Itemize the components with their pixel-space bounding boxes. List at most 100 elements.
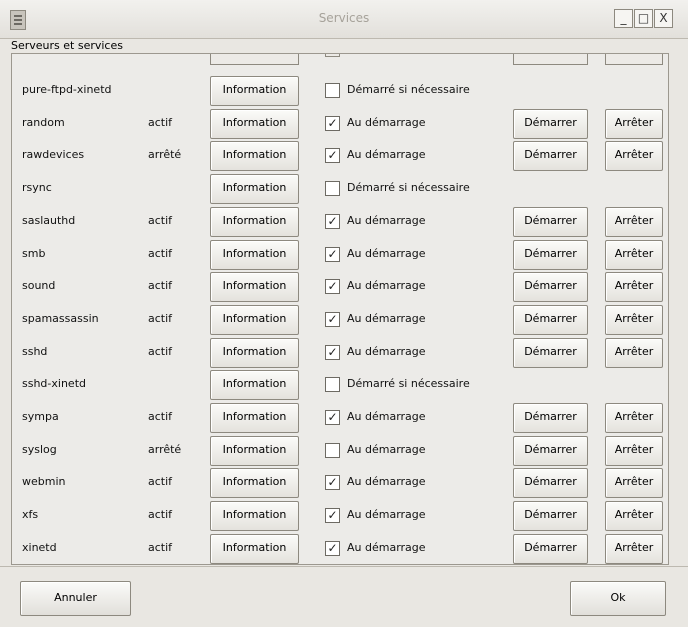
service-name: random xyxy=(22,115,65,129)
service-name: pure-ftpd-xinetd xyxy=(22,83,112,96)
service-row: saslauthd actif Information ✓ Au démarrage Dé… xyxy=(12,205,668,237)
start-button[interactable]: Démarrer xyxy=(513,304,588,335)
close-button[interactable]: X xyxy=(654,9,673,28)
boot-checkbox[interactable]: ✓ xyxy=(325,213,340,229)
check-icon: ✓ xyxy=(327,508,338,523)
information-button[interactable]: Information xyxy=(210,206,299,237)
boot-checkbox[interactable]: ✓ xyxy=(325,410,340,425)
service-row: sympa actif Information ✓ Au démarrage Démarr… xyxy=(12,401,668,433)
check-icon: ✓ xyxy=(327,311,338,326)
service-row: sshd actif Information ✓ Au démarrage Démarre… xyxy=(12,336,668,368)
service-name: syslog xyxy=(22,442,57,456)
boot-checkbox[interactable]: ✓ xyxy=(325,475,340,491)
boot-label: Au démarrage xyxy=(347,540,426,554)
service-row: rsync Information Démarré si nécessaire xyxy=(12,172,668,205)
service-row: syslog arrêté Information Au démarrage Démar… xyxy=(12,434,668,466)
information-button[interactable]: Information xyxy=(210,468,299,499)
start-button[interactable]: Démarrer xyxy=(513,239,588,270)
service-name: sshd xyxy=(22,344,48,358)
start-button[interactable]: Démarrer xyxy=(513,403,588,433)
stop-button[interactable]: Arrêter xyxy=(605,108,663,139)
boot-checkbox[interactable]: ✓ xyxy=(325,115,340,131)
information-button[interactable]: Information xyxy=(210,370,299,401)
check-icon: ✓ xyxy=(327,410,338,424)
partial-button-top xyxy=(605,54,663,65)
boot-checkbox[interactable]: ✓ xyxy=(325,540,340,556)
stop-button[interactable]: Arrêter xyxy=(605,501,663,532)
boot-checkbox[interactable]: ✓ xyxy=(325,246,340,262)
stop-button[interactable]: Arrêter xyxy=(605,468,663,499)
ok-button[interactable]: Ok xyxy=(570,581,666,616)
stop-button[interactable]: Arrêter xyxy=(605,304,663,335)
information-button[interactable]: Information xyxy=(210,304,299,335)
boot-checkbox[interactable]: ✓ xyxy=(325,344,340,360)
boot-checkbox[interactable]: ✓ xyxy=(325,279,340,295)
stop-button[interactable]: Arrêter xyxy=(605,141,663,172)
start-button[interactable]: Démarrer xyxy=(513,337,588,368)
boot-checkbox[interactable]: ✓ xyxy=(325,311,340,327)
service-name: smb xyxy=(22,246,46,260)
check-icon: ✓ xyxy=(327,279,338,294)
service-row: spamassassin actif Information ✓ Au démarrag… xyxy=(12,303,668,335)
service-name: spamassassin xyxy=(22,311,99,325)
boot-checkbox[interactable] xyxy=(325,83,340,98)
start-button[interactable]: Démarrer xyxy=(513,141,588,172)
stop-button[interactable]: Arrêter xyxy=(605,403,663,433)
service-name: rawdevices xyxy=(22,148,85,162)
information-button[interactable]: Information xyxy=(210,403,299,433)
stop-button[interactable]: Arrêter xyxy=(605,533,663,564)
services-window: Services _ □ X Serveurs et services pure… xyxy=(0,0,688,627)
boot-label: Au démarrage xyxy=(347,475,426,489)
information-button[interactable]: Information xyxy=(210,501,299,532)
start-button[interactable]: Démarrer xyxy=(513,468,588,499)
start-button[interactable]: Démarrer xyxy=(513,108,588,139)
check-icon: ✓ xyxy=(327,540,338,555)
information-button[interactable]: Information xyxy=(210,76,299,106)
minimize-button[interactable]: _ xyxy=(614,9,633,28)
start-button[interactable]: Démarrer xyxy=(513,533,588,564)
boot-label: Au démarrage xyxy=(347,311,426,325)
service-status: actif xyxy=(148,410,173,423)
check-icon: ✓ xyxy=(327,344,338,359)
stop-button[interactable]: Arrêter xyxy=(605,435,663,466)
information-button[interactable]: Information xyxy=(210,239,299,270)
boot-label: Au démarrage xyxy=(347,213,426,227)
boot-label: Au démarrage xyxy=(347,246,426,260)
boot-checkbox[interactable]: ✓ xyxy=(325,508,340,524)
stop-button[interactable]: Arrêter xyxy=(605,206,663,237)
start-button[interactable]: Démarrer xyxy=(513,206,588,237)
check-icon: ✓ xyxy=(327,246,338,261)
information-button[interactable]: Information xyxy=(210,272,299,303)
boot-checkbox[interactable] xyxy=(325,442,340,458)
start-button[interactable]: Démarrer xyxy=(513,272,588,303)
vertical-scrollbar[interactable]: ▲ ▼ xyxy=(668,54,669,564)
cancel-button[interactable]: Annuler xyxy=(20,581,131,616)
information-button[interactable]: Information xyxy=(210,435,299,466)
boot-label: Au démarrage xyxy=(347,442,426,456)
service-status: actif xyxy=(148,311,173,325)
boot-checkbox[interactable] xyxy=(325,181,340,197)
start-button[interactable]: Démarrer xyxy=(513,501,588,532)
information-button[interactable]: Information xyxy=(210,337,299,368)
start-button[interactable]: Démarrer xyxy=(513,435,588,466)
information-button[interactable]: Information xyxy=(210,108,299,139)
information-button[interactable]: Information xyxy=(210,533,299,564)
information-button[interactable]: Information xyxy=(210,141,299,172)
stop-button[interactable]: Arrêter xyxy=(605,272,663,303)
service-name: xfs xyxy=(22,508,39,522)
service-row: sshd-xinetd Information Démarré si nécessa… xyxy=(12,368,668,401)
service-name: webmin xyxy=(22,475,66,489)
boot-label: Démarré si nécessaire xyxy=(347,83,470,96)
service-name: rsync xyxy=(22,181,52,195)
information-button[interactable]: Information xyxy=(210,174,299,205)
group-label: Serveurs et services xyxy=(11,39,123,52)
boot-checkbox[interactable]: ✓ xyxy=(325,148,340,164)
partial-button-top xyxy=(210,54,299,65)
maximize-button[interactable]: □ xyxy=(634,9,653,28)
boot-label: Au démarrage xyxy=(347,508,426,522)
stop-button[interactable]: Arrêter xyxy=(605,337,663,368)
boot-checkbox[interactable] xyxy=(325,377,340,393)
stop-button[interactable]: Arrêter xyxy=(605,239,663,270)
title-bar[interactable]: Services _ □ X xyxy=(0,0,688,39)
partial-button-top xyxy=(513,54,588,65)
